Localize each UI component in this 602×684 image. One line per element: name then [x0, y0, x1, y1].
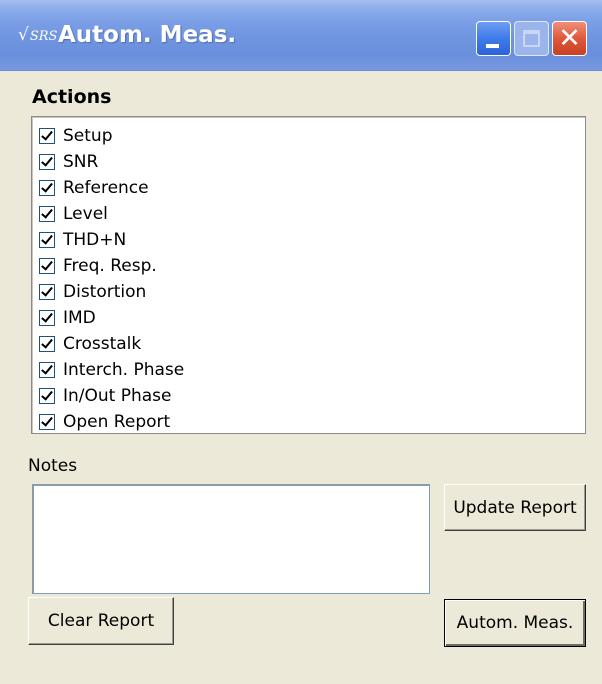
window-title: Autom. Meas.	[58, 22, 237, 48]
action-item-interch-phase[interactable]: Interch. Phase	[39, 357, 184, 383]
action-item-snr[interactable]: SNR	[39, 149, 98, 175]
title-bar[interactable]: √SRS Autom. Meas. ✕	[0, 0, 602, 71]
autom-meas-button[interactable]: Autom. Meas.	[444, 599, 586, 647]
checkbox-checked[interactable]	[39, 258, 55, 274]
checkbox-checked[interactable]	[39, 414, 55, 430]
update-report-button[interactable]: Update Report	[444, 484, 586, 531]
action-item-setup[interactable]: Setup	[39, 123, 112, 149]
actions-label: Actions	[32, 86, 112, 108]
close-icon: ✕	[558, 23, 581, 54]
checkbox-checked[interactable]	[39, 180, 55, 196]
action-item-distortion[interactable]: Distortion	[39, 279, 146, 305]
actions-checklist[interactable]: Setup SNR Reference Level THD+N Freq. Re…	[31, 116, 586, 434]
checkbox-checked[interactable]	[39, 336, 55, 352]
checkbox-checked[interactable]	[39, 128, 55, 144]
action-item-imd[interactable]: IMD	[39, 305, 96, 331]
action-item-freq-resp[interactable]: Freq. Resp.	[39, 253, 157, 279]
close-button[interactable]: ✕	[552, 21, 587, 56]
notes-textarea[interactable]	[32, 484, 430, 594]
action-item-in-out-phase[interactable]: In/Out Phase	[39, 383, 172, 409]
action-item-thdn[interactable]: THD+N	[39, 227, 126, 253]
checkbox-checked[interactable]	[39, 388, 55, 404]
checkbox-checked[interactable]	[39, 206, 55, 222]
action-item-open-report[interactable]: Open Report	[39, 409, 170, 435]
minimize-button[interactable]	[476, 21, 511, 56]
action-item-reference[interactable]: Reference	[39, 175, 149, 201]
clear-report-button[interactable]: Clear Report	[28, 597, 174, 645]
checkbox-checked[interactable]	[39, 232, 55, 248]
minimize-icon	[486, 44, 499, 48]
maximize-icon	[523, 30, 540, 47]
checkbox-checked[interactable]	[39, 362, 55, 378]
autom-meas-window: √SRS Autom. Meas. ✕ Actions Setup SNR Re…	[0, 0, 602, 684]
action-item-level[interactable]: Level	[39, 201, 108, 227]
checkbox-checked[interactable]	[39, 154, 55, 170]
checkbox-checked[interactable]	[39, 284, 55, 300]
notes-label: Notes	[28, 456, 78, 476]
action-item-crosstalk[interactable]: Crosstalk	[39, 331, 141, 357]
srs-app-icon: √SRS	[18, 25, 58, 45]
checkbox-checked[interactable]	[39, 310, 55, 326]
maximize-button	[514, 21, 549, 56]
